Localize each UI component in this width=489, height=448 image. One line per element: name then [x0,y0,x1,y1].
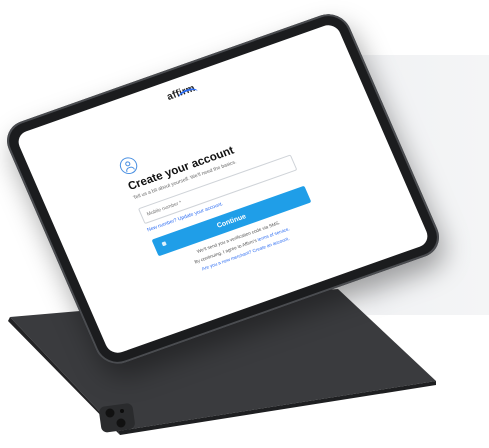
lock-icon [161,241,167,247]
camera-module-icon [99,403,135,433]
affirm-logo: affirm [19,31,344,155]
user-circle-icon [117,155,140,177]
create-account-form: Create your account Tell us a bit about … [117,104,332,287]
continue-label: Continue [215,212,248,230]
